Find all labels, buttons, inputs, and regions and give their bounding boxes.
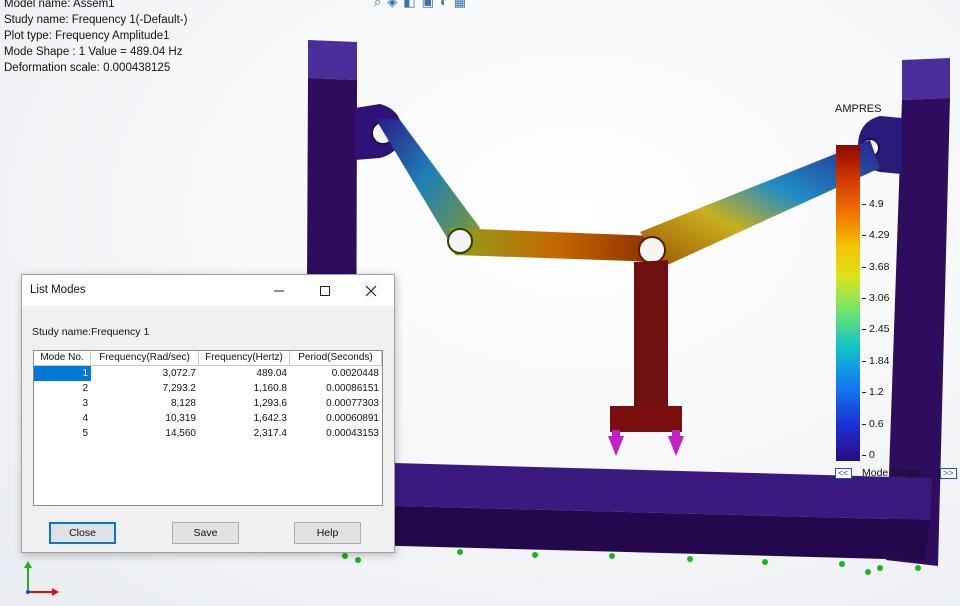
- previous-mode-button[interactable]: <<: [835, 468, 852, 479]
- legend-tick: 2.45: [862, 323, 889, 335]
- help-button[interactable]: Help: [294, 522, 361, 544]
- list-modes-dialog: List Modes Study name:Frequency 1 Mode N…: [21, 274, 395, 553]
- scene-icon[interactable]: ▦: [454, 0, 466, 10]
- section-icon[interactable]: ◧: [403, 0, 415, 10]
- middle-link: [450, 228, 660, 262]
- color-bar: [836, 145, 860, 461]
- table-row[interactable]: 1 3,072.7 489.04 0.0020448: [34, 366, 382, 381]
- maximize-icon: [320, 285, 330, 296]
- table-row[interactable]: 4 10,319 1,642.3 0.00060891: [34, 411, 382, 426]
- vertical-rod: [634, 260, 668, 408]
- mode-shape: Mode Shape : 1 Value = 489.04 Hz: [4, 46, 183, 58]
- column-header[interactable]: Mode No.: [34, 351, 91, 365]
- display-style-icon[interactable]: ▣: [422, 0, 434, 10]
- minimize-button[interactable]: [256, 275, 302, 306]
- close-icon: [365, 285, 377, 296]
- table-row[interactable]: 2 7,293.2 1,160.8 0.00086151: [34, 381, 382, 396]
- modes-table[interactable]: Mode No. Frequency(Rad/sec) Frequency(He…: [33, 350, 383, 506]
- legend-tick: 3.68: [862, 261, 889, 273]
- axis-triad-icon: [24, 561, 59, 596]
- table-header: Mode No. Frequency(Rad/sec) Frequency(He…: [34, 351, 382, 366]
- plot-type: Plot type: Frequency Amplitude1: [4, 30, 170, 42]
- close-button[interactable]: Close: [49, 522, 116, 544]
- legend-tick: 3.06: [862, 292, 889, 304]
- legend-tick: 4.9: [862, 198, 884, 210]
- model-name: Model name: Assem1: [4, 0, 115, 10]
- legend-tick: 4.29: [862, 229, 889, 241]
- column-header[interactable]: Period(Seconds): [290, 351, 382, 365]
- dialog-title: List Modes: [30, 284, 86, 296]
- left-post-top: [308, 40, 357, 80]
- right-post-top: [902, 58, 950, 100]
- dialog-titlebar[interactable]: List Modes: [22, 275, 394, 306]
- column-header[interactable]: Frequency(Hertz): [199, 351, 290, 365]
- maximize-button[interactable]: [302, 275, 348, 306]
- next-mode-button[interactable]: >>: [940, 468, 957, 479]
- legend-tick: 0.6: [862, 418, 884, 430]
- zoom-icon[interactable]: ⌕: [374, 0, 381, 10]
- appearance-icon[interactable]: ◐: [440, 0, 448, 10]
- legend-tick: 1.2: [862, 386, 884, 398]
- column-header[interactable]: Frequency(Rad/sec): [91, 351, 199, 365]
- end-block: [610, 406, 682, 432]
- heads-up-toolbar[interactable]: ⌕ ◈ ◧ ▣ ◐ ▦: [374, 0, 466, 10]
- table-row[interactable]: 3 8,128 1,293.6 0.00077303: [34, 396, 382, 411]
- mode-shape-label: Mode Shape: [862, 467, 922, 479]
- legend-title: AMPRES: [835, 103, 882, 115]
- legend-tick: 0: [862, 449, 875, 461]
- minimize-icon: [274, 290, 284, 291]
- table-row[interactable]: 5 14,560 2,317.4 0.00043153: [34, 426, 382, 441]
- close-window-button[interactable]: [348, 275, 394, 306]
- study-name: Study name: Frequency 1(-Default-): [4, 14, 188, 26]
- view-icon[interactable]: ◈: [387, 0, 397, 10]
- save-button[interactable]: Save: [172, 522, 239, 544]
- legend-tick: 1.84: [862, 355, 889, 367]
- study-label: Study name:Frequency 1: [32, 326, 150, 338]
- study-info: Model name: Assem1 Study name: Frequency…: [4, 0, 187, 76]
- deformation-scale: Deformation scale: 0.000438125: [4, 62, 171, 74]
- load-arrows: [608, 430, 684, 456]
